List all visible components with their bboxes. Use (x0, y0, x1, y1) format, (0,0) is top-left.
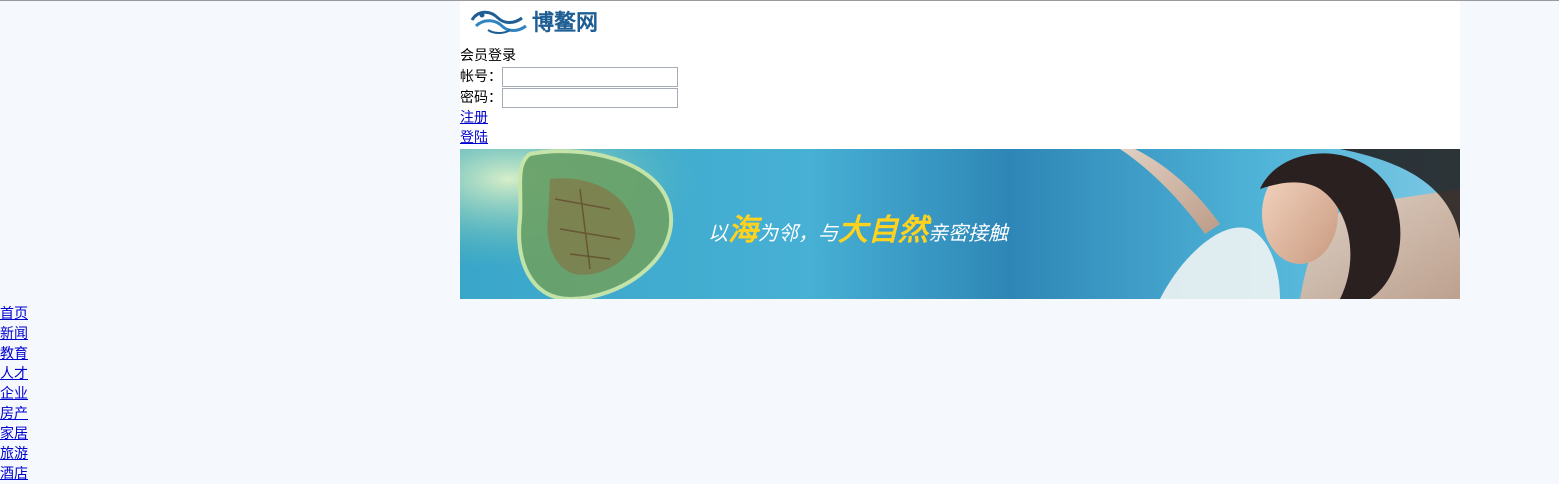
banner-slogan: 以海为邻，与大自然亲密接触 (708, 205, 1008, 249)
nav-item-talent[interactable]: 人才 (0, 364, 28, 384)
nav-item-education[interactable]: 教育 (0, 344, 28, 364)
account-label: 帐号： (460, 68, 502, 85)
banner-text-2: 海 (728, 213, 758, 248)
login-form: 会员登录 帐号： 密码： 注册 登陆 (460, 45, 678, 148)
site-logo[interactable]: 博鳌网 (470, 4, 598, 38)
nav-item-business[interactable]: 企业 (0, 384, 28, 404)
account-row: 帐号： (460, 66, 678, 87)
account-input[interactable] (502, 66, 678, 87)
banner-text-5: 亲密接触 (928, 221, 1008, 245)
nav-item-hotel[interactable]: 酒店 (0, 464, 28, 484)
header: 博鳌网 会员登录 帐号： 密码： 注册 登陆 (460, 1, 1460, 149)
main-nav: 首页 新闻 教育 人才 企业 房产 家居 旅游 酒店 (0, 304, 28, 484)
nav-item-news[interactable]: 新闻 (0, 324, 28, 344)
banner-text-1: 以 (708, 221, 728, 245)
promo-banner: 以海为邻，与大自然亲密接触 (460, 149, 1460, 299)
password-row: 密码： (460, 87, 678, 108)
nav-item-home-furnishing[interactable]: 家居 (0, 424, 28, 444)
login-link[interactable]: 登陆 (460, 130, 488, 146)
nav-item-travel[interactable]: 旅游 (0, 444, 28, 464)
banner-text-3: 为邻，与 (758, 221, 838, 245)
nav-item-realestate[interactable]: 房产 (0, 404, 28, 424)
dragon-wave-logo-icon (470, 10, 527, 34)
login-title: 会员登录 (460, 47, 516, 64)
password-input[interactable] (502, 87, 678, 108)
banner-text-4: 大自然 (838, 213, 928, 248)
logo-text: 博鳌网 (532, 11, 599, 36)
register-link[interactable]: 注册 (460, 110, 488, 126)
password-label: 密码： (460, 89, 502, 106)
nav-item-home[interactable]: 首页 (0, 304, 28, 324)
